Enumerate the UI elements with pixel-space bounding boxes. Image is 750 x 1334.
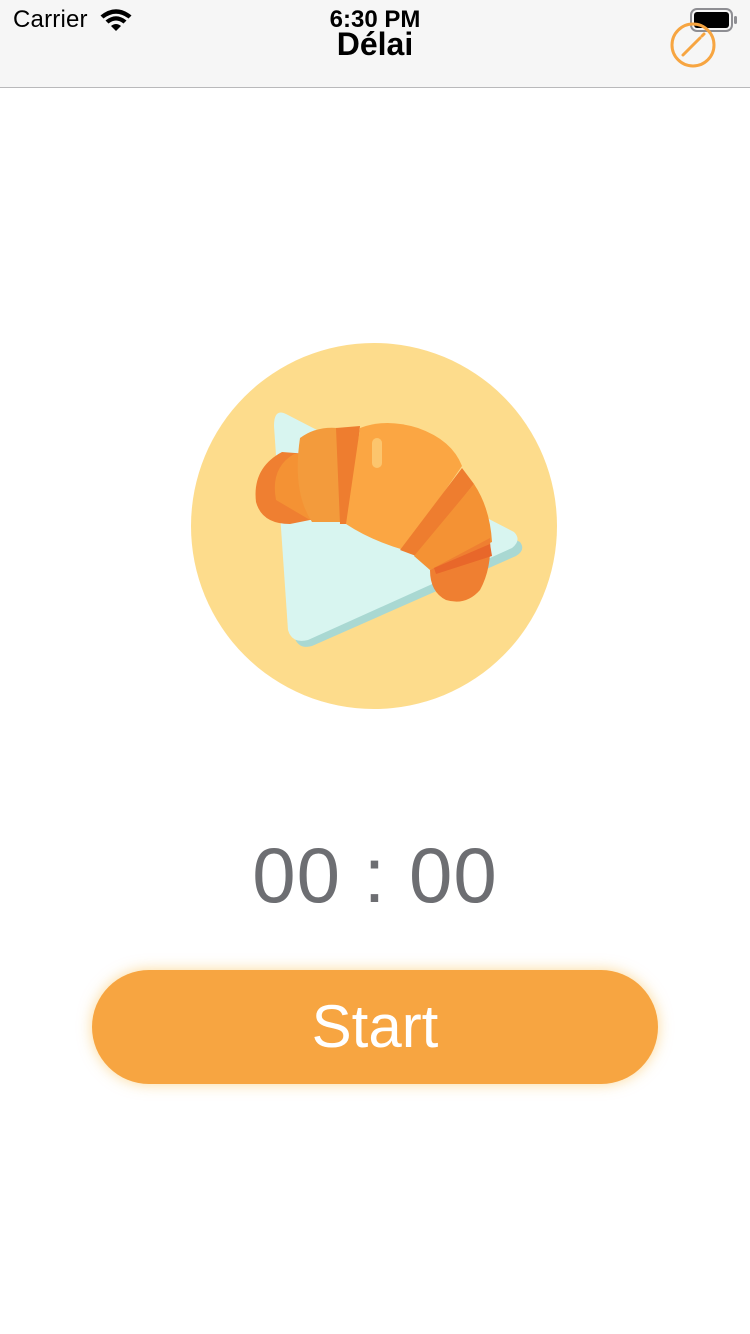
pencil-icon xyxy=(681,36,702,57)
timer-display: 00 : 00 xyxy=(252,831,498,919)
start-button[interactable]: Start xyxy=(92,970,658,1084)
navigation-bar: Carrier 6:30 PM Délai xyxy=(0,0,750,88)
edit-button[interactable] xyxy=(668,20,718,70)
timer-screen: Carrier 6:30 PM Délai 00: 00 Start xyxy=(0,0,750,1334)
page-title: Délai xyxy=(336,26,414,62)
croissant-icon xyxy=(191,343,557,709)
